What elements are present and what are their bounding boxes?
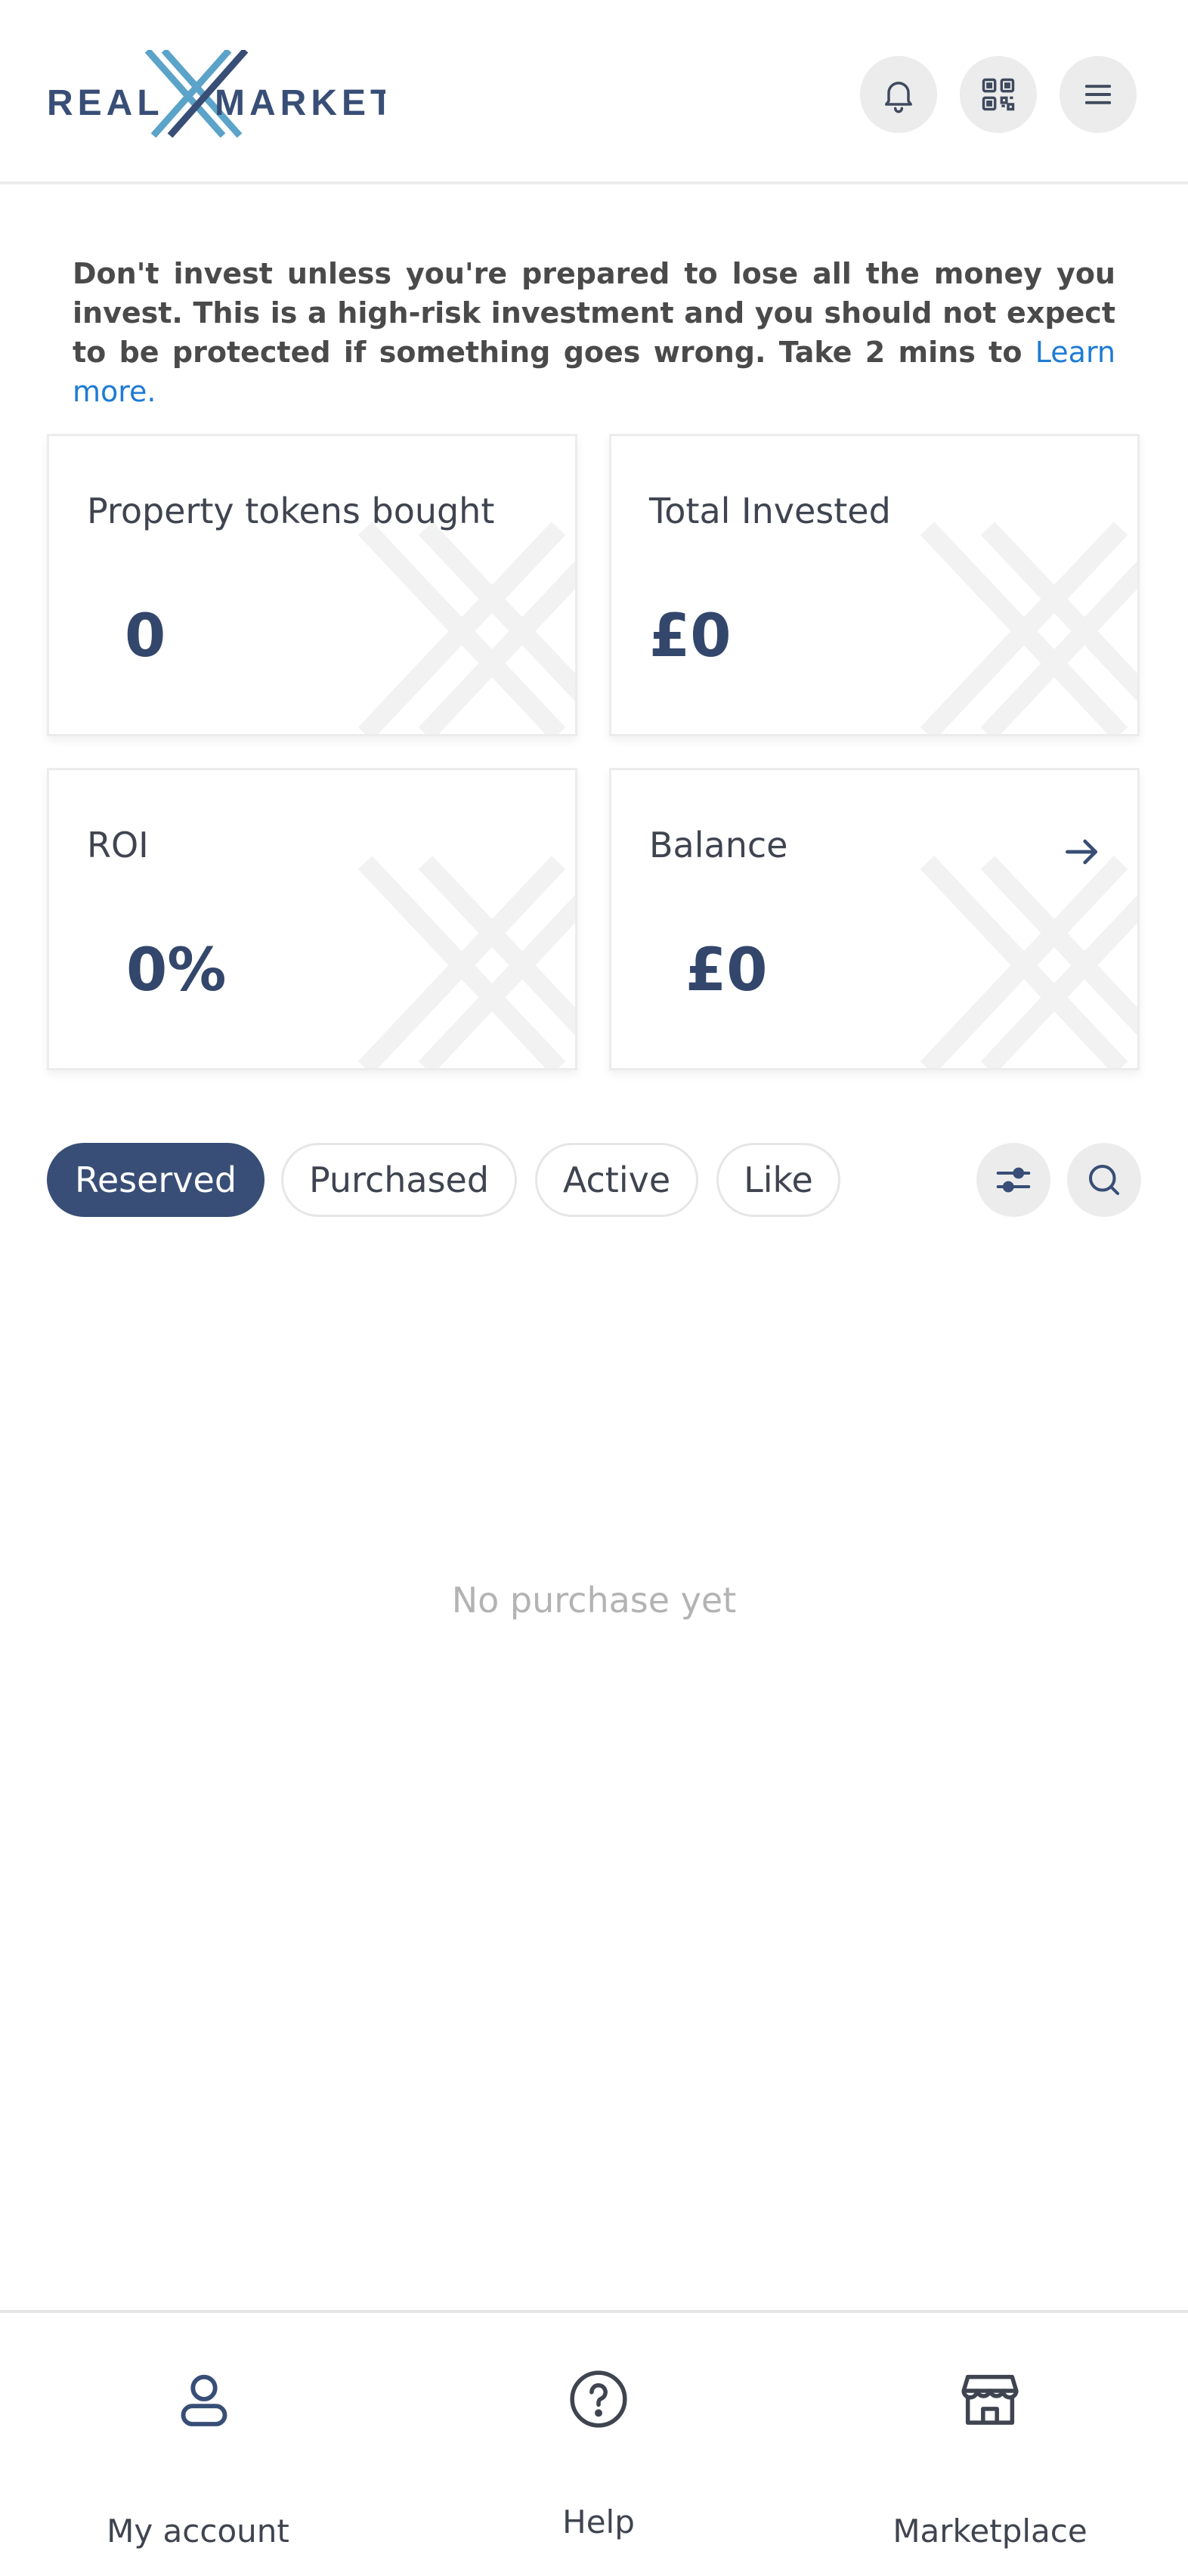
nav-help-label: Help bbox=[562, 2503, 635, 2540]
nav-marketplace[interactable]: Marketplace bbox=[792, 2313, 1188, 2576]
nav-my-account-label: My account bbox=[107, 2513, 289, 2550]
store-icon bbox=[961, 2374, 1019, 2425]
tab-like[interactable]: Like bbox=[716, 1143, 840, 1217]
tab-purchased[interactable]: Purchased bbox=[281, 1143, 517, 1217]
bell-icon bbox=[885, 82, 912, 113]
roi-label: ROI bbox=[87, 825, 149, 865]
search-icon bbox=[1088, 1164, 1120, 1196]
user-icon bbox=[181, 2374, 227, 2426]
help-circle-icon bbox=[570, 2370, 627, 2428]
tab-reserved[interactable]: Reserved bbox=[47, 1143, 265, 1217]
tokens-bought-label: Property tokens bought bbox=[87, 491, 495, 531]
risk-disclaimer: Don't invest unless you're prepared to l… bbox=[73, 254, 1115, 411]
empty-state-message: No purchase yet bbox=[451, 1580, 737, 1621]
hamburger-menu-icon bbox=[1084, 85, 1112, 104]
roi-card: ROI 0% bbox=[47, 768, 577, 1070]
total-invested-card: Total Invested £0 bbox=[609, 434, 1140, 736]
nav-help[interactable]: Help bbox=[401, 2313, 797, 2576]
qr-code-icon bbox=[982, 78, 1015, 111]
filter-sliders-icon bbox=[996, 1167, 1031, 1193]
nav-my-account[interactable]: My account bbox=[0, 2313, 396, 2576]
balance-card[interactable]: Balance £0 bbox=[609, 768, 1140, 1070]
watermark-x-icon bbox=[357, 856, 575, 1068]
svg-text:REAL: REAL bbox=[47, 83, 164, 123]
nav-marketplace-label: Marketplace bbox=[893, 2513, 1087, 2550]
realxmarket-logo[interactable]: REAL MARKET bbox=[45, 48, 392, 138]
watermark-x-icon bbox=[920, 522, 1137, 734]
tab-active[interactable]: Active bbox=[535, 1143, 698, 1217]
tokens-bought-value: 0 bbox=[125, 602, 166, 670]
tokens-bought-card: Property tokens bought 0 bbox=[47, 434, 577, 736]
app-header: REAL MARKET bbox=[0, 0, 1188, 184]
filter-button[interactable] bbox=[976, 1143, 1050, 1217]
watermark-x-icon bbox=[920, 856, 1137, 1068]
bottom-navigation: My account Help Marketplace bbox=[0, 2310, 1188, 2576]
disclaimer-text: Don't invest unless you're prepared to l… bbox=[73, 257, 1115, 369]
qr-code-button[interactable] bbox=[960, 56, 1037, 133]
menu-button[interactable] bbox=[1060, 56, 1137, 133]
search-button[interactable] bbox=[1067, 1143, 1141, 1217]
watermark-x-icon bbox=[357, 522, 575, 734]
svg-text:MARKET: MARKET bbox=[215, 83, 385, 123]
balance-label: Balance bbox=[649, 825, 788, 865]
total-invested-value: £0 bbox=[649, 602, 732, 670]
arrow-right-icon[interactable] bbox=[1060, 831, 1103, 873]
notifications-button[interactable] bbox=[860, 56, 937, 133]
total-invested-label: Total Invested bbox=[649, 491, 891, 531]
balance-value: £0 bbox=[685, 937, 768, 1005]
roi-value: 0% bbox=[126, 937, 227, 1005]
